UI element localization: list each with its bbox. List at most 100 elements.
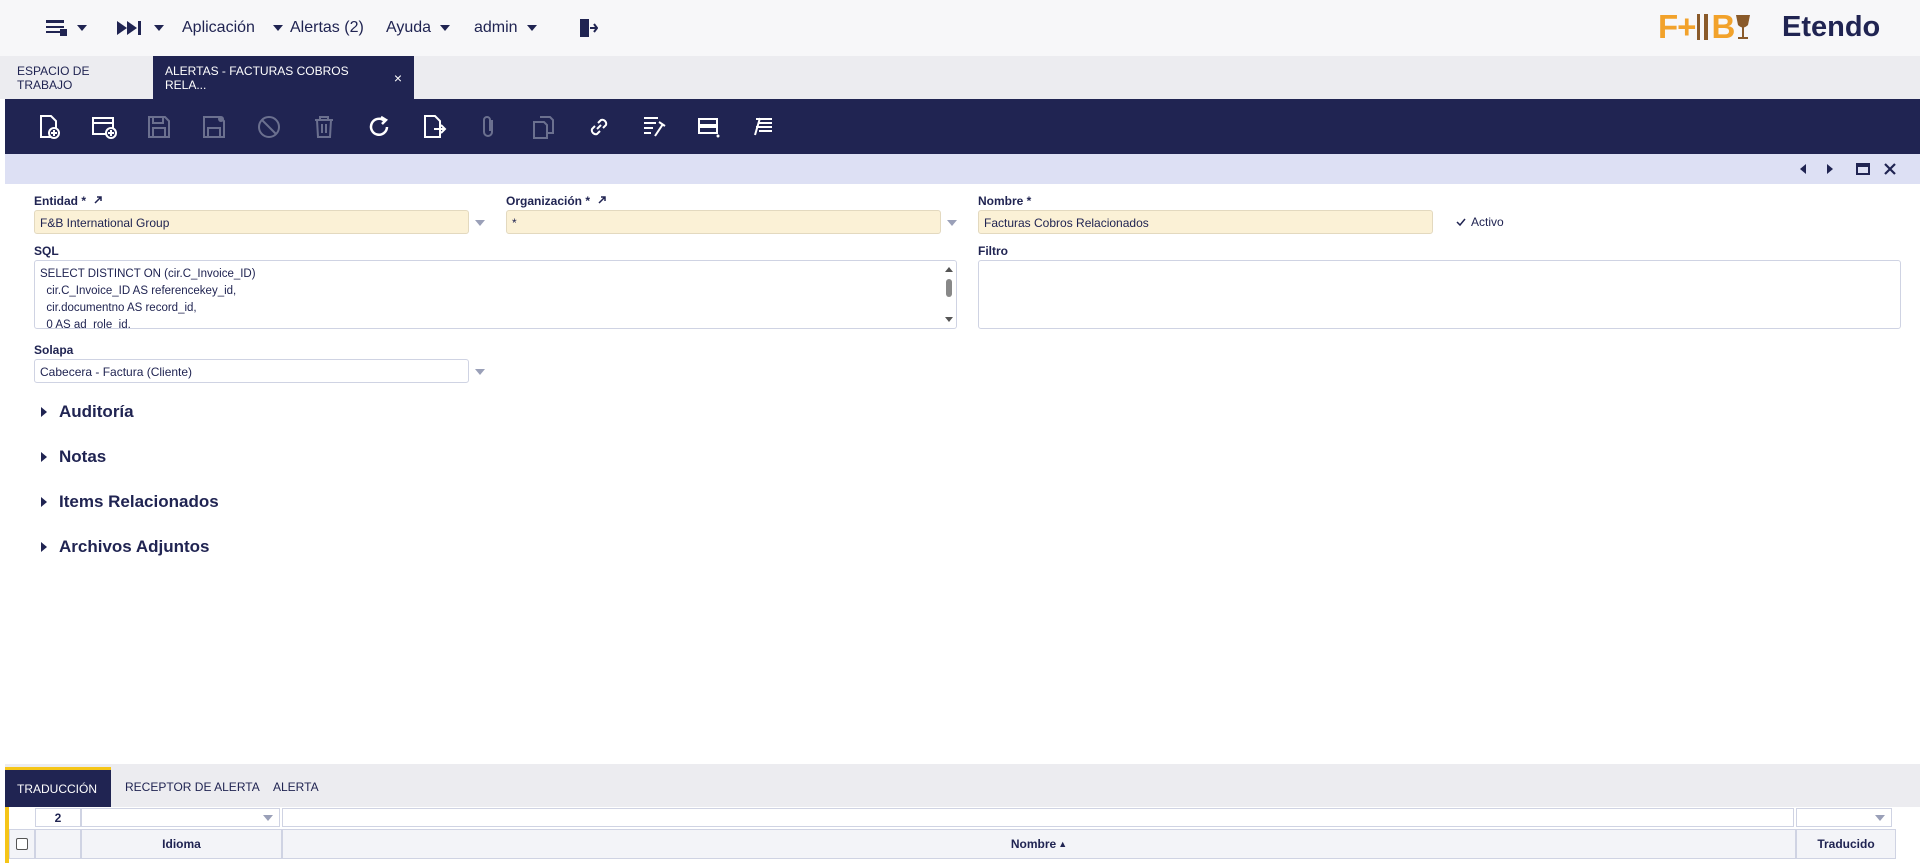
row-header-spacer: [35, 829, 81, 859]
chevron-down-icon[interactable]: [947, 220, 957, 226]
help-menu[interactable]: Ayuda: [386, 0, 451, 56]
tab-workspace[interactable]: ESPACIO DE TRABAJO: [5, 56, 153, 99]
section-archivos-adjuntos[interactable]: Archivos Adjuntos: [41, 537, 210, 557]
notes-button[interactable]: [749, 112, 779, 142]
window-tabs: ESPACIO DE TRABAJO ALERTAS - FACTURAS CO…: [0, 56, 1920, 99]
section-items-relacionados[interactable]: Items Relacionados: [41, 492, 219, 512]
sql-line: cir.documentno AS record_id,: [40, 302, 197, 314]
list-icon: [46, 20, 67, 36]
previous-record-button[interactable]: [1794, 160, 1812, 178]
record-form: Entidad * F&B International Group Organi…: [5, 184, 1920, 764]
idioma-filter[interactable]: [81, 808, 280, 827]
clone-icon: [533, 116, 554, 139]
help-label: Ayuda: [386, 19, 432, 36]
link-arrow-icon[interactable]: [597, 195, 607, 205]
solapa-field[interactable]: Cabecera - Factura (Cliente): [34, 359, 469, 383]
tab-traduccion[interactable]: TRADUCCIÓN: [5, 767, 111, 807]
etendo-logo: Etendo: [1782, 10, 1881, 43]
chevron-down-icon: [1875, 814, 1885, 821]
chevron-down-icon: [440, 25, 451, 31]
scroll-thumb[interactable]: [946, 279, 952, 297]
activo-label: Activo: [1471, 215, 1504, 229]
attachment-icon: [483, 116, 493, 137]
solapa-label: Solapa: [34, 343, 74, 357]
tab-alerta[interactable]: ALERTA: [261, 767, 331, 807]
nombre-filter[interactable]: [282, 808, 1794, 827]
close-icon[interactable]: ×: [394, 70, 402, 86]
attachment-button[interactable]: [474, 112, 504, 142]
top-navigation-bar: Aplicación Alertas (2) Ayuda admin F+ B …: [0, 0, 1920, 56]
organizacion-field[interactable]: *: [506, 210, 941, 234]
entidad-field[interactable]: F&B International Group: [34, 210, 469, 234]
entidad-label-text: Entidad *: [34, 194, 87, 208]
maximize-icon: [1856, 163, 1870, 175]
scroll-up-icon[interactable]: [942, 264, 956, 274]
chevron-down-icon: [154, 25, 164, 31]
app-menu[interactable]: Aplicación: [182, 0, 283, 56]
entidad-label: Entidad *: [34, 194, 103, 208]
cancel-button[interactable]: [254, 112, 284, 142]
sql-textarea[interactable]: SELECT DISTINCT ON (cir.C_Invoice_ID) ci…: [34, 260, 957, 329]
delete-button[interactable]: [309, 112, 339, 142]
grid-view-button[interactable]: [694, 112, 724, 142]
record-navigation-bar: [5, 154, 1920, 184]
save-close-button[interactable]: [199, 112, 229, 142]
scroll-down-icon[interactable]: [942, 315, 956, 325]
filtro-label: Filtro: [978, 244, 1008, 258]
section-notas[interactable]: Notas: [41, 447, 106, 467]
chevron-down-icon[interactable]: [475, 220, 485, 226]
fb-logo-b: B: [1711, 8, 1735, 45]
alerts-link[interactable]: Alertas (2): [290, 0, 364, 56]
quick-launch-button[interactable]: [117, 0, 164, 56]
filtro-textarea[interactable]: [978, 260, 1901, 329]
chevron-right-icon: [41, 542, 47, 552]
link-icon: [590, 118, 608, 136]
new-row-button[interactable]: [89, 112, 119, 142]
refresh-button[interactable]: [364, 112, 394, 142]
clone-button[interactable]: [529, 112, 559, 142]
save-close-icon: [203, 116, 225, 138]
export-icon: [424, 115, 447, 138]
nombre-field[interactable]: Facturas Cobros Relacionados: [978, 210, 1433, 234]
column-header-traducido[interactable]: Traducido: [1796, 829, 1896, 859]
sql-scrollbar[interactable]: [942, 261, 956, 328]
column-header-nombre[interactable]: Nombre ▲: [282, 829, 1796, 859]
sql-line: cir.C_Invoice_ID AS referencekey_id,: [40, 285, 237, 297]
column-header-idioma[interactable]: Idioma: [81, 829, 282, 859]
next-record-button[interactable]: [1821, 160, 1839, 178]
tab-alerts-invoices[interactable]: ALERTAS - FACTURAS COBROS RELA... ×: [153, 56, 414, 99]
column-header-label: Nombre: [1010, 837, 1057, 851]
application-menu-button[interactable]: [46, 0, 87, 56]
sql-line: 0 AS ad_role_id,: [40, 319, 131, 329]
sql-line: SELECT DISTINCT ON (cir.C_Invoice_ID): [40, 268, 256, 280]
activo-checkbox[interactable]: Activo: [1456, 215, 1504, 229]
fb-logo: F+ B: [1658, 6, 1752, 48]
save-button[interactable]: [144, 112, 174, 142]
section-auditoria[interactable]: Auditoría: [41, 402, 134, 422]
chevron-right-icon: [1827, 164, 1833, 174]
export-button[interactable]: [419, 112, 449, 142]
window-toolbar: [5, 99, 1920, 154]
chevron-down-icon[interactable]: [475, 369, 485, 375]
row-count: 2: [35, 808, 81, 827]
new-document-button[interactable]: [34, 112, 64, 142]
close-icon: [1884, 163, 1896, 175]
checkbox-icon: [16, 838, 28, 850]
organizacion-label: Organización *: [506, 194, 607, 208]
fast-forward-icon: [117, 21, 141, 35]
maximize-button[interactable]: [1854, 160, 1872, 178]
tab-receptor-alerta[interactable]: RECEPTOR DE ALERTA: [113, 767, 272, 807]
section-title: Notas: [59, 447, 107, 466]
chevron-right-icon: [41, 497, 47, 507]
grid-view-icon: [698, 118, 720, 138]
logout-button[interactable]: [578, 0, 598, 56]
select-all-checkbox[interactable]: [9, 829, 35, 859]
audit-button[interactable]: [639, 112, 669, 142]
user-menu[interactable]: admin: [474, 0, 537, 56]
close-form-button[interactable]: [1881, 160, 1899, 178]
organizacion-label-text: Organización *: [506, 194, 591, 208]
traducido-filter[interactable]: [1796, 808, 1892, 827]
link-button[interactable]: [584, 112, 614, 142]
link-arrow-icon[interactable]: [93, 195, 103, 205]
fb-logo-text: F+: [1658, 8, 1696, 45]
